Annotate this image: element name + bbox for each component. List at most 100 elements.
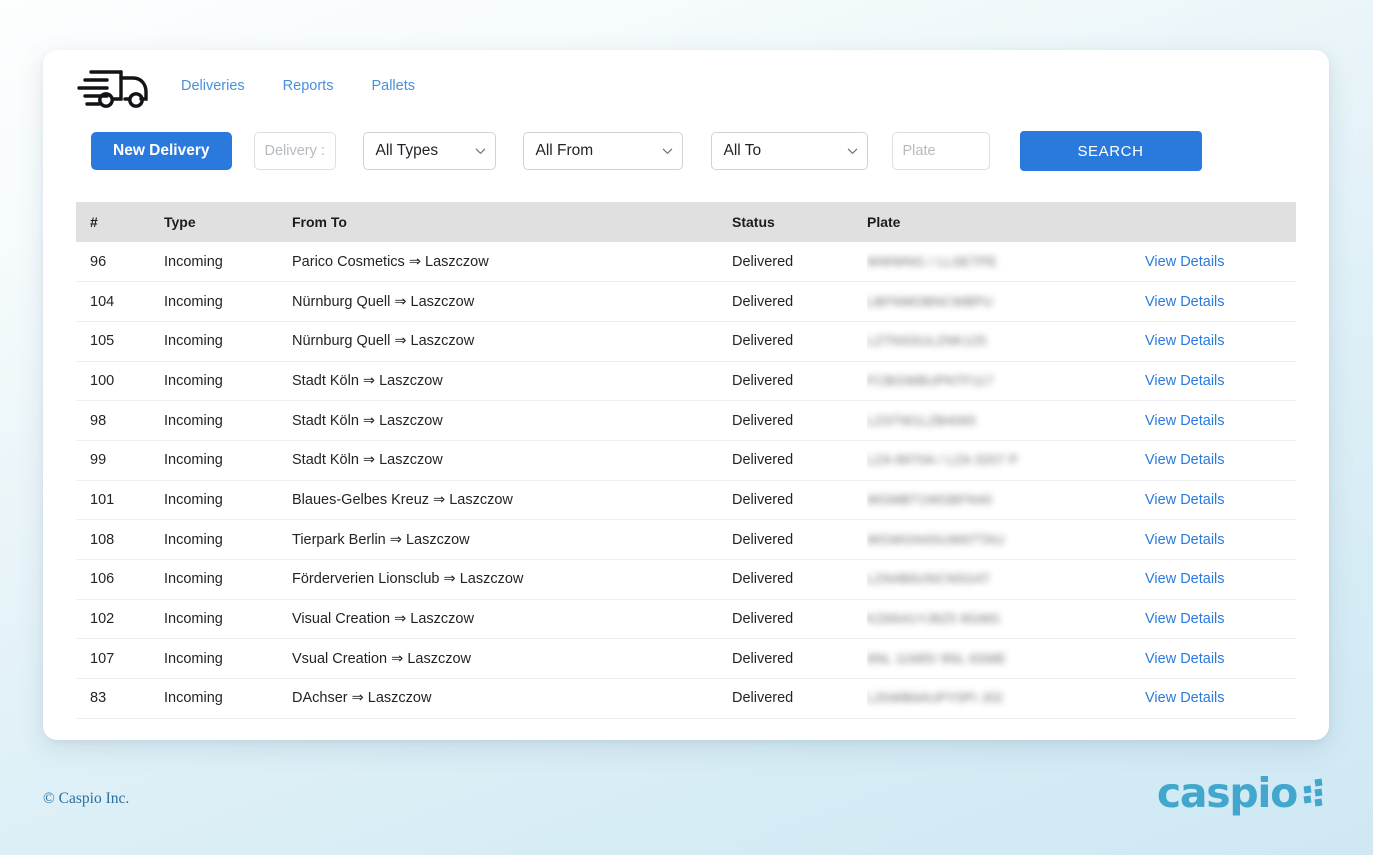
cell-fromto: Vsual Creation ⇒ Laszczow bbox=[292, 639, 732, 679]
table-row[interactable]: 100IncomingStadt Köln ⇒ LaszczowDelivere… bbox=[76, 361, 1296, 401]
plate-value-redacted: FCBGWBUPNTF117 bbox=[867, 373, 994, 388]
type-filter-select[interactable]: All Types bbox=[363, 132, 496, 170]
cell-plate: LZSTW1LZB4065 bbox=[867, 401, 1145, 441]
cell-fromto: Nürnburg Quell ⇒ Laszczow bbox=[292, 321, 732, 361]
cell-fromto: Stadt Köln ⇒ Laszczow bbox=[292, 401, 732, 441]
cell-type: Incoming bbox=[164, 560, 292, 600]
cell-actions: View Details bbox=[1145, 401, 1296, 441]
cell-actions: View Details bbox=[1145, 560, 1296, 600]
table-row[interactable]: 107IncomingVsual Creation ⇒ LaszczowDeli… bbox=[76, 639, 1296, 679]
cell-status: Delivered bbox=[732, 480, 867, 520]
table-row[interactable]: 101IncomingBlaues-Gelbes Kreuz ⇒ Laszczo… bbox=[76, 480, 1296, 520]
plate-value-redacted: KZ6N41YJ8Z5 8GMG bbox=[867, 611, 1001, 626]
view-details-link[interactable]: View Details bbox=[1145, 254, 1225, 270]
column-header-number[interactable]: # bbox=[76, 202, 164, 242]
cell-actions: View Details bbox=[1145, 480, 1296, 520]
cell-num: 107 bbox=[76, 639, 164, 679]
plate-value-redacted: LBFNMOBNCWBPU bbox=[867, 294, 993, 309]
column-header-status[interactable]: Status bbox=[732, 202, 867, 242]
cell-num: 96 bbox=[76, 242, 164, 282]
cell-num: 105 bbox=[76, 321, 164, 361]
cell-fromto: DAchser ⇒ Laszczow bbox=[292, 679, 732, 719]
cell-fromto: Parico Cosmetics ⇒ Laszczow bbox=[292, 242, 732, 282]
nav-link-deliveries[interactable]: Deliveries bbox=[181, 78, 245, 94]
cell-status: Delivered bbox=[732, 401, 867, 441]
deliveries-table: # Type From To Status Plate 96IncomingPa… bbox=[76, 202, 1296, 719]
plate-input[interactable] bbox=[892, 132, 990, 170]
view-details-link[interactable]: View Details bbox=[1145, 333, 1225, 349]
view-details-link[interactable]: View Details bbox=[1145, 373, 1225, 389]
table-header-row: # Type From To Status Plate bbox=[76, 202, 1296, 242]
table-header: # Type From To Status Plate bbox=[76, 202, 1296, 242]
cell-actions: View Details bbox=[1145, 639, 1296, 679]
cell-actions: View Details bbox=[1145, 440, 1296, 480]
view-details-link[interactable]: View Details bbox=[1145, 413, 1225, 429]
footer-copyright: © Caspio Inc. bbox=[43, 790, 129, 808]
view-details-link[interactable]: View Details bbox=[1145, 294, 1225, 310]
cell-actions: View Details bbox=[1145, 520, 1296, 560]
caspio-dots-icon bbox=[1303, 777, 1329, 811]
cell-type: Incoming bbox=[164, 401, 292, 441]
plate-value-redacted: 9NL 11685/ 9NL 6SME bbox=[867, 651, 1006, 666]
cell-plate: FCBGWBUPNTF117 bbox=[867, 361, 1145, 401]
plate-value-redacted: LZTNSSULZNK125 bbox=[867, 333, 987, 348]
view-details-link[interactable]: View Details bbox=[1145, 611, 1225, 627]
cell-type: Incoming bbox=[164, 639, 292, 679]
delivery-truck-icon bbox=[73, 65, 151, 111]
cell-num: 104 bbox=[76, 282, 164, 322]
cell-type: Incoming bbox=[164, 480, 292, 520]
cell-num: 100 bbox=[76, 361, 164, 401]
deliveries-table-container: # Type From To Status Plate 96IncomingPa… bbox=[76, 202, 1296, 719]
cell-num: 83 bbox=[76, 679, 164, 719]
cell-fromto: Förderverien Lionsclub ⇒ Laszczow bbox=[292, 560, 732, 600]
view-details-link[interactable]: View Details bbox=[1145, 571, 1225, 587]
cell-status: Delivered bbox=[732, 321, 867, 361]
table-row[interactable]: 99IncomingStadt Köln ⇒ LaszczowDelivered… bbox=[76, 440, 1296, 480]
view-details-link[interactable]: View Details bbox=[1145, 492, 1225, 508]
type-filter-value: All Types bbox=[363, 132, 496, 170]
table-row[interactable]: 104IncomingNürnburg Quell ⇒ LaszczowDeli… bbox=[76, 282, 1296, 322]
cell-type: Incoming bbox=[164, 520, 292, 560]
cell-plate: LZkWB6AUPY0PI J02 bbox=[867, 679, 1145, 719]
cell-type: Incoming bbox=[164, 242, 292, 282]
cell-type: Incoming bbox=[164, 321, 292, 361]
plate-value-redacted: LZA 8970A / LZA 3207 P bbox=[867, 452, 1018, 467]
cell-plate: LZN4B6UNCN5G4T bbox=[867, 560, 1145, 600]
cell-num: 108 bbox=[76, 520, 164, 560]
table-row[interactable]: 96IncomingParico Cosmetics ⇒ LaszczowDel… bbox=[76, 242, 1296, 282]
new-delivery-button[interactable]: New Delivery bbox=[91, 132, 232, 170]
column-header-fromto[interactable]: From To bbox=[292, 202, 732, 242]
cell-type: Incoming bbox=[164, 599, 292, 639]
column-header-plate[interactable]: Plate bbox=[867, 202, 1145, 242]
search-button[interactable]: SEARCH bbox=[1020, 131, 1202, 171]
table-row[interactable]: 98IncomingStadt Köln ⇒ LaszczowDelivered… bbox=[76, 401, 1296, 441]
column-header-type[interactable]: Type bbox=[164, 202, 292, 242]
plate-value-redacted: LZSTW1LZB4065 bbox=[867, 413, 976, 428]
from-filter-select[interactable]: All From bbox=[523, 132, 683, 170]
table-row[interactable]: 106IncomingFörderverien Lionsclub ⇒ Lasz… bbox=[76, 560, 1296, 600]
to-filter-select[interactable]: All To bbox=[711, 132, 868, 170]
table-row[interactable]: 105IncomingNürnburg Quell ⇒ LaszczowDeli… bbox=[76, 321, 1296, 361]
view-details-link[interactable]: View Details bbox=[1145, 651, 1225, 667]
nav-link-pallets[interactable]: Pallets bbox=[371, 78, 415, 94]
cell-num: 101 bbox=[76, 480, 164, 520]
caspio-logo: caspio bbox=[1157, 773, 1329, 814]
cell-status: Delivered bbox=[732, 282, 867, 322]
plate-value-redacted: WGMBT1WGBFN40 bbox=[867, 492, 992, 507]
cell-fromto: Tierpark Berlin ⇒ Laszczow bbox=[292, 520, 732, 560]
app-header: Deliveries Reports Pallets bbox=[43, 50, 1329, 114]
table-row[interactable]: 102IncomingVisual Creation ⇒ LaszczowDel… bbox=[76, 599, 1296, 639]
cell-actions: View Details bbox=[1145, 282, 1296, 322]
view-details-link[interactable]: View Details bbox=[1145, 532, 1225, 548]
nav-link-reports[interactable]: Reports bbox=[283, 78, 334, 94]
plate-value-redacted: WGWGN4SUW6TTAU bbox=[867, 532, 1005, 547]
cell-plate: LBFNMOBNCWBPU bbox=[867, 282, 1145, 322]
delivery-number-input[interactable] bbox=[254, 132, 336, 170]
view-details-link[interactable]: View Details bbox=[1145, 690, 1225, 706]
cell-plate: KZ6N41YJ8Z5 8GMG bbox=[867, 599, 1145, 639]
column-header-actions bbox=[1145, 202, 1296, 242]
view-details-link[interactable]: View Details bbox=[1145, 452, 1225, 468]
table-row[interactable]: 108IncomingTierpark Berlin ⇒ LaszczowDel… bbox=[76, 520, 1296, 560]
table-row[interactable]: 83IncomingDAchser ⇒ LaszczowDeliveredLZk… bbox=[76, 679, 1296, 719]
cell-num: 102 bbox=[76, 599, 164, 639]
